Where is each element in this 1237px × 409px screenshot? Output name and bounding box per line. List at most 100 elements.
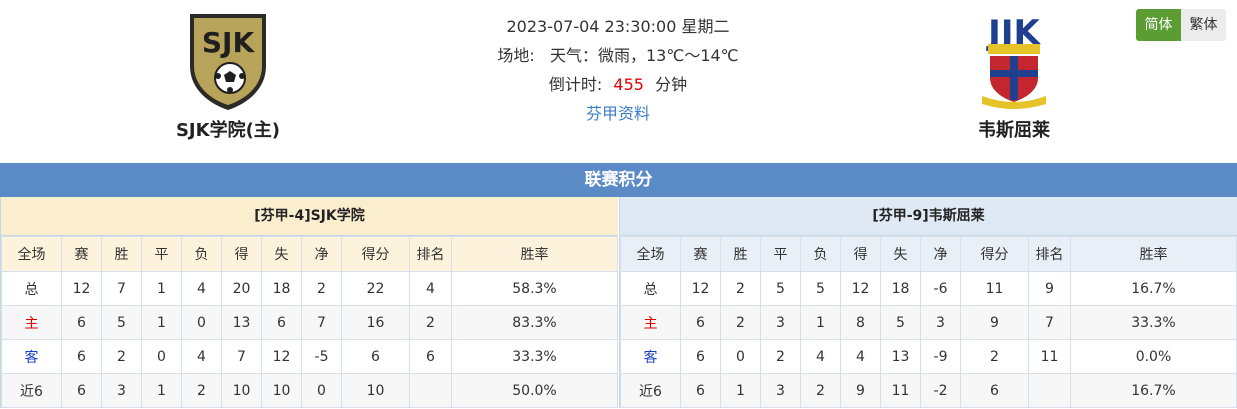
home-team-logo[interactable]: SJK bbox=[180, 8, 276, 112]
row-label: 总 bbox=[1, 271, 62, 306]
table-cell: 50.0% bbox=[451, 373, 618, 408]
table-cell: 0 bbox=[181, 305, 222, 340]
language-switch: 简体 繁体 bbox=[1136, 9, 1226, 41]
away-team-name[interactable]: 韦斯屈莱 bbox=[934, 116, 1094, 142]
table-cell: 22 bbox=[341, 271, 410, 306]
column-header: 得 bbox=[840, 236, 881, 272]
table-cell: 33.3% bbox=[451, 339, 618, 374]
away-team[interactable]: JJK 韦斯屈莱 bbox=[934, 8, 1094, 142]
away-team-logo[interactable]: JJK bbox=[966, 8, 1062, 112]
countdown-unit: 分钟 bbox=[655, 75, 688, 94]
league-info-link[interactable]: 芬甲资料 bbox=[586, 104, 650, 123]
column-header: 得分 bbox=[960, 236, 1029, 272]
lang-traditional-button[interactable]: 繁体 bbox=[1181, 9, 1226, 41]
table-row: 客 6 0 2 4 4 13 -9 2 11 0.0% bbox=[620, 339, 1237, 374]
table-cell: 16.7% bbox=[1070, 373, 1237, 408]
table-cell: 5 bbox=[880, 305, 921, 340]
table-cell: 0 bbox=[720, 339, 761, 374]
column-header: 胜 bbox=[720, 236, 761, 272]
match-info: 2023-07-04 23:30:00 星期二 场地: 天气：微雨，13℃～14… bbox=[418, 12, 818, 128]
table-cell: 2 bbox=[181, 373, 222, 408]
table-header-row: 全场 赛 胜 平 负 得 失 净 得分 排名 胜率 bbox=[1, 236, 618, 272]
home-standings-table: 全场 赛 胜 平 负 得 失 净 得分 排名 胜率 总 12 7 1 4 20 … bbox=[1, 236, 618, 408]
table-cell: 12 bbox=[261, 339, 302, 374]
table-row: 客 6 2 0 4 7 12 -5 6 6 33.3% bbox=[1, 339, 618, 374]
table-cell: 3 bbox=[760, 305, 801, 340]
home-team-name[interactable]: SJK学院(主) bbox=[148, 116, 308, 142]
table-cell bbox=[1028, 373, 1071, 408]
table-cell: 10 bbox=[341, 373, 410, 408]
table-cell: 7 bbox=[101, 271, 142, 306]
column-header: 得分 bbox=[341, 236, 410, 272]
column-header: 全场 bbox=[620, 236, 681, 272]
column-header: 得 bbox=[221, 236, 262, 272]
table-cell: -5 bbox=[301, 339, 342, 374]
table-cell: 6 bbox=[680, 305, 721, 340]
table-cell: 2 bbox=[301, 271, 342, 306]
column-header: 胜率 bbox=[1070, 236, 1237, 272]
column-header: 全场 bbox=[1, 236, 62, 272]
table-cell: 3 bbox=[760, 373, 801, 408]
table-cell bbox=[409, 373, 452, 408]
table-row: 主 6 2 3 1 8 5 3 9 7 33.3% bbox=[620, 305, 1237, 340]
table-row: 总 12 7 1 4 20 18 2 22 4 58.3% bbox=[1, 271, 618, 306]
table-cell: 13 bbox=[221, 305, 262, 340]
column-header: 赛 bbox=[61, 236, 102, 272]
table-cell: 4 bbox=[840, 339, 881, 374]
lang-simplified-button[interactable]: 简体 bbox=[1136, 9, 1181, 41]
match-header: SJK SJK学院(主) 2023-07-04 23:30:00 星期二 场地:… bbox=[0, 0, 1237, 163]
table-cell: 1 bbox=[141, 271, 182, 306]
column-header: 赛 bbox=[680, 236, 721, 272]
table-cell: 6 bbox=[680, 373, 721, 408]
table-cell: 4 bbox=[181, 271, 222, 306]
table-cell: 2 bbox=[720, 271, 761, 306]
table-cell: 1 bbox=[141, 373, 182, 408]
section-title-standings: 联赛积分 bbox=[0, 163, 1237, 197]
table-cell: 2 bbox=[101, 339, 142, 374]
table-cell: 10 bbox=[261, 373, 302, 408]
table-cell: 10 bbox=[221, 373, 262, 408]
table-cell: 8 bbox=[840, 305, 881, 340]
table-cell: 1 bbox=[720, 373, 761, 408]
row-label: 主 bbox=[1, 305, 62, 340]
table-cell: 20 bbox=[221, 271, 262, 306]
table-cell: 16.7% bbox=[1070, 271, 1237, 306]
row-label: 客 bbox=[620, 339, 681, 374]
column-header: 负 bbox=[181, 236, 222, 272]
table-cell: 3 bbox=[101, 373, 142, 408]
table-cell: 6 bbox=[61, 373, 102, 408]
table-cell: 12 bbox=[680, 271, 721, 306]
table-cell: 4 bbox=[800, 339, 841, 374]
column-header: 负 bbox=[800, 236, 841, 272]
match-countdown: 倒计时: 455 分钟 bbox=[418, 70, 818, 99]
svg-text:SJK: SJK bbox=[202, 26, 256, 59]
table-cell: 13 bbox=[880, 339, 921, 374]
table-cell: 2 bbox=[720, 305, 761, 340]
table-cell: 0.0% bbox=[1070, 339, 1237, 374]
table-cell: 6 bbox=[261, 305, 302, 340]
row-label: 客 bbox=[1, 339, 62, 374]
table-cell: 12 bbox=[61, 271, 102, 306]
table-cell: 9 bbox=[840, 373, 881, 408]
table-row: 近6 6 3 1 2 10 10 0 10 50.0% bbox=[1, 373, 618, 408]
table-cell: 2 bbox=[409, 305, 452, 340]
column-header: 净 bbox=[301, 236, 342, 272]
table-cell: 7 bbox=[301, 305, 342, 340]
match-datetime: 2023-07-04 23:30:00 星期二 bbox=[506, 17, 730, 36]
table-cell: 5 bbox=[800, 271, 841, 306]
table-cell: 2 bbox=[760, 339, 801, 374]
table-cell: 2 bbox=[800, 373, 841, 408]
table-header-row: 全场 赛 胜 平 负 得 失 净 得分 排名 胜率 bbox=[620, 236, 1237, 272]
table-cell: 7 bbox=[221, 339, 262, 374]
column-header: 平 bbox=[141, 236, 182, 272]
table-cell: 11 bbox=[1028, 339, 1071, 374]
column-header: 平 bbox=[760, 236, 801, 272]
table-cell: 6 bbox=[409, 339, 452, 374]
table-cell: 58.3% bbox=[451, 271, 618, 306]
table-cell: 6 bbox=[61, 339, 102, 374]
table-cell: 11 bbox=[880, 373, 921, 408]
table-cell: 1 bbox=[141, 305, 182, 340]
home-team[interactable]: SJK SJK学院(主) bbox=[148, 8, 308, 142]
table-cell: 3 bbox=[920, 305, 961, 340]
table-cell: 33.3% bbox=[1070, 305, 1237, 340]
